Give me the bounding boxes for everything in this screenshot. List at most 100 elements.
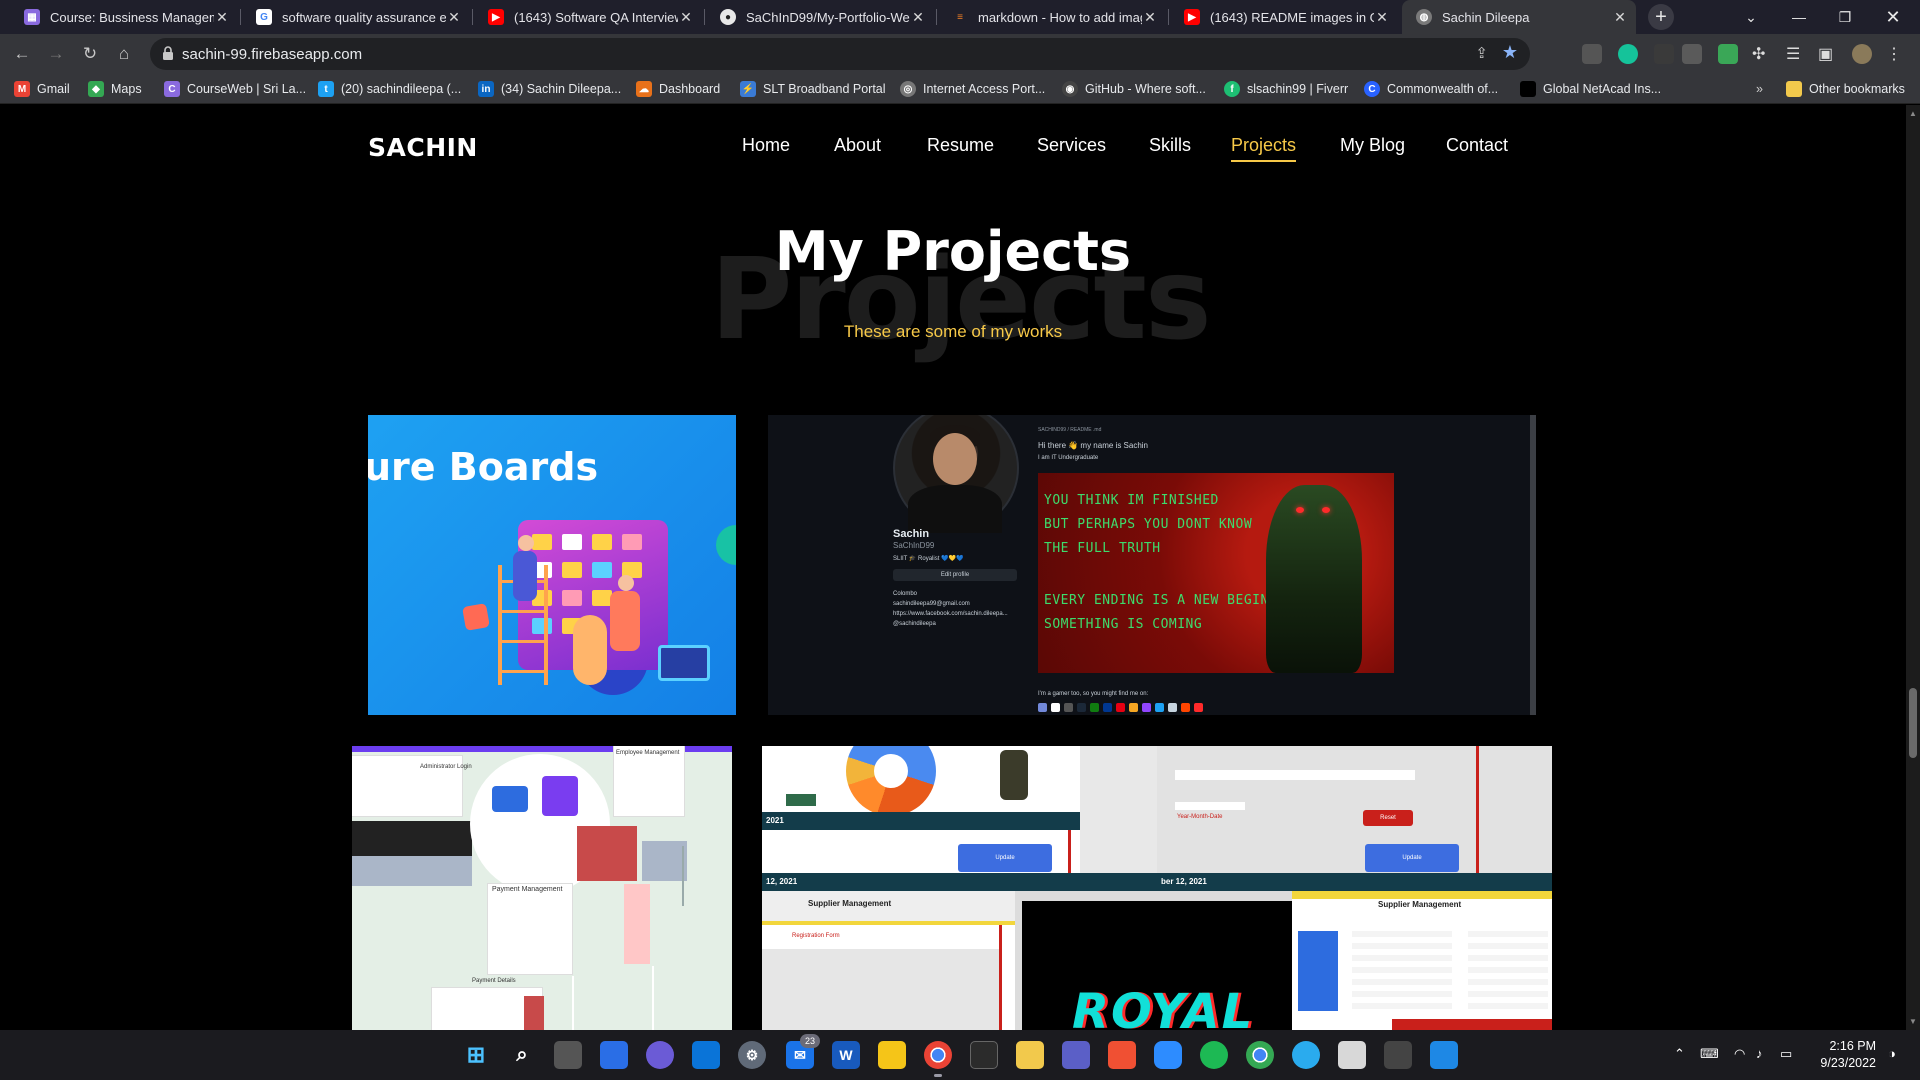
bookmark-item[interactable]: Global NetAcad Ins... — [1520, 80, 1661, 98]
browser-tab[interactable]: ▶ (1643) Software QA Interview ✕ — [474, 0, 702, 34]
extension-icon[interactable] — [1654, 44, 1674, 64]
extension-icon[interactable] — [1682, 44, 1702, 64]
supplier-table-title: Supplier Management — [1378, 900, 1462, 909]
browser-tab[interactable]: G software quality assurance en ✕ — [242, 0, 470, 34]
keyboard-icon[interactable]: ⌨ — [1700, 1046, 1719, 1062]
other-bookmarks[interactable]: Other bookmarks — [1786, 80, 1905, 98]
close-window-button[interactable]: ✕ — [1870, 0, 1916, 34]
browser-tab[interactable]: ▦ Course: Bussiness Manageme ✕ — [10, 0, 238, 34]
scroll-up-icon[interactable]: ▲ — [1909, 109, 1917, 118]
sticky-notes-icon[interactable] — [878, 1041, 906, 1069]
bookmark-star-icon[interactable]: ★ — [1502, 42, 1518, 63]
battery-icon[interactable]: ▭ — [1780, 1046, 1792, 1062]
close-icon[interactable]: ✕ — [446, 9, 462, 26]
system-clock[interactable]: 2:16 PM 9/23/2022 — [1820, 1038, 1876, 1072]
zoom-icon[interactable] — [1154, 1041, 1182, 1069]
close-icon[interactable]: ✕ — [910, 9, 926, 26]
chrome-icon[interactable] — [924, 1041, 952, 1069]
tab-search-icon[interactable]: ⌄ — [1728, 0, 1774, 34]
bookmark-item[interactable]: in (34) Sachin Dileepa... — [478, 80, 621, 98]
app-icon[interactable] — [1338, 1041, 1366, 1069]
browser-tab[interactable]: ≡ markdown - How to add imag ✕ — [938, 0, 1166, 34]
nav-contact[interactable]: Contact — [1446, 135, 1508, 156]
nav-resume[interactable]: Resume — [927, 135, 994, 156]
puzzle-icon[interactable]: ✣ — [1752, 44, 1772, 64]
close-icon[interactable]: ✕ — [1612, 9, 1628, 26]
task-view-icon[interactable] — [554, 1041, 582, 1069]
volume-icon[interactable]: ♪ — [1756, 1046, 1763, 1061]
settings-icon[interactable]: ⚙ — [738, 1041, 766, 1069]
store-icon[interactable] — [692, 1041, 720, 1069]
bookmark-item[interactable]: M Gmail — [14, 80, 70, 98]
nav-services[interactable]: Services — [1037, 135, 1106, 156]
shield-icon[interactable] — [1430, 1041, 1458, 1069]
git-icon[interactable] — [1108, 1041, 1136, 1069]
windows-start-icon[interactable]: ⊞ — [462, 1041, 490, 1069]
chat-icon[interactable] — [646, 1041, 674, 1069]
minimize-button[interactable]: — — [1776, 0, 1822, 34]
bookmark-item[interactable]: t (20) sachindileepa (... — [318, 80, 461, 98]
bookmark-item[interactable]: ☁ Dashboard — [636, 80, 720, 98]
tray-chevron-icon[interactable]: ⌃ — [1674, 1046, 1685, 1062]
more-menu-icon[interactable]: ⋮ — [1886, 44, 1906, 64]
bookmark-item[interactable]: C Commonwealth of... — [1364, 80, 1498, 98]
nav-about[interactable]: About — [834, 135, 881, 156]
project-card-employee-system[interactable]: Administrator Login Employee Management … — [352, 746, 732, 1030]
page-scrollbar[interactable]: ▲ ▼ — [1906, 105, 1920, 1030]
project-card-boards[interactable]: ure Boards — [368, 415, 736, 715]
clock-time: 2:16 PM — [1829, 1039, 1876, 1053]
extension-icon[interactable] — [1718, 44, 1738, 64]
restore-button[interactable]: ❐ — [1822, 0, 1868, 34]
spotify-icon[interactable] — [1200, 1041, 1228, 1069]
notification-icon[interactable]: ◑ — [1888, 1046, 1896, 1061]
address-bar[interactable]: sachin-99.firebaseapp.com ⇪ ★ — [150, 38, 1530, 70]
gaming-platform-icons — [1038, 703, 1203, 712]
browser-tab[interactable]: ▶ (1643) README images in Git ✕ — [1170, 0, 1398, 34]
grammarly-icon[interactable] — [1618, 44, 1638, 64]
browser-tab[interactable]: ● SaChInD99/My-Portfolio-Wel ✕ — [706, 0, 934, 34]
search-icon[interactable]: ⌕ — [508, 1041, 536, 1069]
project-card-supplier-system[interactable]: 2021 Update 12, 2021 Year-Month-Date Res… — [762, 746, 1552, 1030]
reset-button: Reset — [1363, 810, 1413, 826]
nav-projects[interactable]: Projects — [1231, 135, 1297, 162]
new-tab-button[interactable]: + — [1648, 4, 1674, 30]
bookmark-item[interactable]: ⚡ SLT Broadband Portal — [740, 80, 886, 98]
nav-home[interactable]: Home — [742, 135, 790, 156]
bookmark-item[interactable]: ◆ Maps — [88, 80, 142, 98]
browser-tab-active[interactable]: ◍ Sachin Dileepa ✕ — [1402, 0, 1636, 34]
extension-icon[interactable] — [1582, 44, 1602, 64]
bookmark-item[interactable]: ◎ Internet Access Port... — [900, 80, 1045, 98]
back-icon[interactable]: ← — [10, 42, 34, 66]
close-icon[interactable]: ✕ — [1142, 9, 1158, 26]
scrollbar-thumb[interactable] — [1909, 688, 1917, 758]
widgets-icon[interactable] — [600, 1041, 628, 1069]
scroll-down-icon[interactable]: ▼ — [1909, 1017, 1917, 1026]
reading-list-icon[interactable]: ☰ — [1786, 44, 1806, 64]
bookmarks-overflow-icon[interactable]: » — [1756, 80, 1763, 98]
wifi-icon[interactable]: ◠ — [1734, 1046, 1745, 1062]
share-icon[interactable]: ⇪ — [1475, 44, 1488, 62]
close-icon[interactable]: ✕ — [1374, 9, 1390, 26]
bookmark-item[interactable]: C CourseWeb | Sri La... — [164, 80, 306, 98]
telegram-icon[interactable] — [1292, 1041, 1320, 1069]
file-explorer-icon[interactable] — [1016, 1041, 1044, 1069]
project-card-github-profile[interactable]: Sachin SaChInD99 SLIIT 🎓 Royalist 💙💛💙 Ed… — [768, 415, 1536, 715]
chrome-alt-icon[interactable] — [1246, 1041, 1274, 1069]
ytd-label: Year-Month-Date — [1177, 814, 1223, 820]
close-icon[interactable]: ✕ — [678, 9, 694, 26]
forward-icon[interactable]: → — [44, 42, 68, 66]
teams-icon[interactable] — [1062, 1041, 1090, 1069]
bookmark-item[interactable]: f slsachin99 | Fiverr — [1224, 80, 1348, 98]
app-icon[interactable] — [1384, 1041, 1412, 1069]
site-logo[interactable]: SACHIN — [368, 133, 478, 162]
side-panel-icon[interactable]: ▣ — [1818, 44, 1838, 64]
close-icon[interactable]: ✕ — [214, 9, 230, 26]
home-icon[interactable]: ⌂ — [112, 42, 136, 66]
profile-avatar[interactable] — [1852, 44, 1872, 64]
nav-my-blog[interactable]: My Blog — [1340, 135, 1405, 156]
reload-icon[interactable]: ↻ — [78, 42, 102, 66]
nav-skills[interactable]: Skills — [1149, 135, 1191, 156]
bookmark-item[interactable]: ◉ GitHub - Where soft... — [1062, 80, 1206, 98]
terminal-icon[interactable] — [970, 1041, 998, 1069]
word-icon[interactable]: W — [832, 1041, 860, 1069]
